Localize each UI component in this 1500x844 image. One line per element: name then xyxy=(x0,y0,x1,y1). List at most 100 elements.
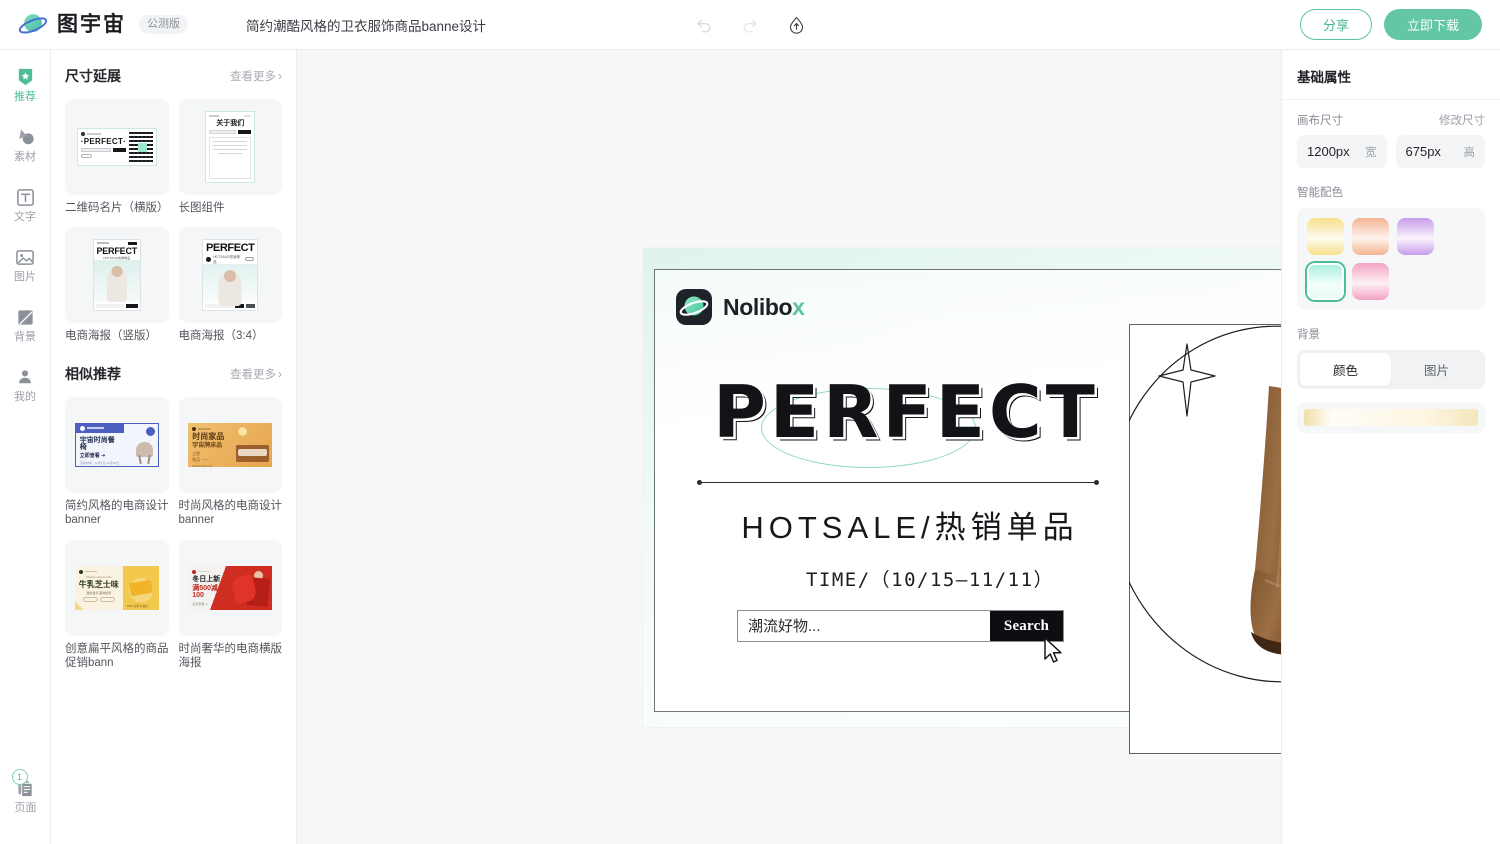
card-label: 创意扁平风格的商品促销bann xyxy=(65,642,169,669)
canvas-logo-text: Nolibox xyxy=(723,294,805,321)
background-preview-wrap[interactable] xyxy=(1297,402,1485,433)
design-canvas[interactable]: Nolibox PERFECT HOTSALE/热销单品 TIME/（10/15… xyxy=(643,248,1281,754)
sidebar-item-text[interactable]: 文字 xyxy=(0,186,51,223)
download-button[interactable]: 立即下载 xyxy=(1383,9,1482,40)
sidebar-item-background[interactable]: 背景 xyxy=(0,306,51,343)
section-more-link[interactable]: 查看更多 › xyxy=(230,366,282,382)
undo-icon[interactable] xyxy=(692,13,716,37)
sidebar-label-image: 图片 xyxy=(14,271,36,283)
card-label: 电商海报（竖版） xyxy=(65,330,157,343)
editor-stage[interactable]: Nolibox PERFECT HOTSALE/热销单品 TIME/（10/15… xyxy=(297,50,1281,844)
headline-wrap[interactable]: PERFECT xyxy=(681,370,1131,454)
chevron-right-icon: › xyxy=(278,69,282,83)
canvas-search-bar[interactable]: Search xyxy=(737,610,1064,642)
palette-swatch-purple[interactable] xyxy=(1397,218,1434,255)
product-region[interactable] xyxy=(1129,324,1281,754)
left-rail: 推荐 素材 文字 图片 背景 我的 1 页面 xyxy=(0,50,51,844)
search-button[interactable]: Search xyxy=(989,611,1063,641)
sidebar-item-recommend[interactable]: 推荐 xyxy=(0,66,51,103)
template-card-long-image[interactable]: 关于我们 长图组件 xyxy=(178,99,282,215)
mini-bed-banner: 时尚家品 宇宙牌床品 立即 购买 ⟶ 2022.10.25-11.11 xyxy=(188,422,273,467)
mini-redcoat-banner: 冬日上新 满500减100 点击查看 ➜ xyxy=(188,565,273,610)
palette-swatch-orange[interactable] xyxy=(1352,218,1389,255)
template-card-cheese-banner[interactable]: Delicious cheese cake 牛乳芝士味 甜蜜滋养 美味加倍 10… xyxy=(65,539,169,671)
template-card-ecom-poster-vertical[interactable]: PERFECT HOTSALE/热销单品 电商海报（竖版） xyxy=(65,227,169,343)
tab-background-image[interactable]: 图片 xyxy=(1391,353,1482,386)
chevron-right-icon: › xyxy=(278,366,282,381)
similar-grid: 宇宙时尚餐椅 立即查看 ➜ 活动时间：11月1日-11月30日 简约风格的电商设… xyxy=(65,396,282,671)
height-field[interactable]: 675px 高 xyxy=(1395,135,1485,168)
section-more-link[interactable]: 查看更多 › xyxy=(230,68,282,84)
sidebar-label-text: 文字 xyxy=(14,211,36,223)
tab-background-color[interactable]: 颜色 xyxy=(1300,353,1391,386)
mini-qr-card: ·PERFECT· xyxy=(76,128,157,166)
width-field[interactable]: 1200px 宽 xyxy=(1297,135,1387,168)
properties-body: 画布尺寸 修改尺寸 1200px 宽 675px 高 智能配色 背景 颜色 图片 xyxy=(1282,100,1500,445)
template-card-ecom-poster-34[interactable]: PERFECT HOTSALE/热销单品 电商海报（3:4） xyxy=(178,227,282,343)
divider-line xyxy=(697,480,1099,485)
modify-size-label[interactable]: 修改尺寸 xyxy=(1439,112,1485,128)
card-thumbnail: PERFECT HOTSALE/热销单品 xyxy=(178,227,282,324)
mini-chair-banner: 宇宙时尚餐椅 立即查看 ➜ 活动时间：11月1日-11月30日 xyxy=(74,422,159,467)
time-text[interactable]: TIME/（10/15—11/11） xyxy=(715,565,1145,592)
sidebar-label-mine: 我的 xyxy=(14,391,36,403)
card-thumbnail: Delicious cheese cake 牛乳芝士味 甜蜜滋养 美味加倍 10… xyxy=(65,539,169,636)
badge-star-icon xyxy=(14,66,36,88)
canvas-wrapper: Nolibox PERFECT HOTSALE/热销单品 TIME/（10/15… xyxy=(643,248,1281,754)
card-thumbnail: PERFECT HOTSALE/热销单品 xyxy=(65,227,169,324)
background-preview xyxy=(1304,409,1478,426)
template-card-chair-banner[interactable]: 宇宙时尚餐椅 立即查看 ➜ 活动时间：11月1日-11月30日 简约风格的电商设… xyxy=(65,396,169,528)
brand[interactable]: 图宇宙 公测版 xyxy=(0,10,188,40)
section-more-label: 查看更多 xyxy=(230,71,276,83)
redo-icon[interactable] xyxy=(738,13,762,37)
user-icon xyxy=(14,366,36,388)
section-header-size-extension: 尺寸延展 查看更多 › xyxy=(65,66,282,86)
width-value: 1200px xyxy=(1307,144,1350,159)
background-icon xyxy=(14,306,36,328)
card-thumbnail: ·PERFECT· xyxy=(65,99,169,195)
document-title[interactable]: 简约潮酷风格的卫衣服饰商品banne设计 xyxy=(246,15,486,35)
pages-icon: 1 xyxy=(11,769,37,799)
section-title: 尺寸延展 xyxy=(65,68,121,84)
card-thumbnail: 关于我们 xyxy=(178,99,282,195)
pages-count-badge: 1 xyxy=(11,769,28,785)
properties-title: 基础属性 xyxy=(1282,50,1500,100)
product-image-boots xyxy=(1250,386,1281,655)
headline-text: PERFECT xyxy=(713,370,1099,454)
planet-logo-icon xyxy=(18,10,48,40)
app-root: 图宇宙 公测版 简约潮酷风格的卫衣服饰商品banne设计 分享 立即下载 推荐 … xyxy=(0,0,1500,844)
template-card-redcoat-banner[interactable]: 冬日上新 满500减100 点击查看 ➜ 时尚奢华的电商横版海报 xyxy=(178,539,282,671)
sidebar-item-pages[interactable]: 1 页面 xyxy=(0,769,51,814)
logo-text-main: Nolibox xyxy=(723,293,805,320)
upload-icon[interactable] xyxy=(784,13,808,37)
canvas-logo[interactable]: Nolibox xyxy=(676,289,805,325)
sidebar-label-material: 素材 xyxy=(14,151,36,163)
width-unit: 宽 xyxy=(1365,146,1377,159)
card-thumbnail: 冬日上新 满500减100 点击查看 ➜ xyxy=(178,539,282,636)
background-tabs: 颜色 图片 xyxy=(1297,350,1485,389)
background-label: 背景 xyxy=(1297,329,1320,341)
app-header: 图宇宙 公测版 简约潮酷风格的卫衣服饰商品banne设计 分享 立即下载 xyxy=(0,0,1500,50)
template-card-qr-business-card[interactable]: ·PERFECT· 二维码名片（横版） xyxy=(65,99,169,215)
height-value: 675px xyxy=(1405,144,1441,159)
sidebar-item-material[interactable]: 素材 xyxy=(0,126,51,163)
sidebar-label-pages: 页面 xyxy=(14,802,37,814)
mini-cheese-banner: Delicious cheese cake 牛乳芝士味 甜蜜滋养 美味加倍 10… xyxy=(74,565,159,610)
sidebar-item-mine[interactable]: 我的 xyxy=(0,366,51,403)
subheadline-text[interactable]: HOTSALE/热销单品 xyxy=(695,502,1125,547)
share-button[interactable]: 分享 xyxy=(1299,9,1372,40)
size-inputs-row: 1200px 宽 675px 高 xyxy=(1297,135,1485,168)
size-extension-grid: ·PERFECT· 二维码名片（横版） 关于我们 长图组件 PERFECT HO… xyxy=(65,99,282,344)
palette-swatch-mint[interactable] xyxy=(1307,263,1344,300)
palette-swatch-yellow[interactable] xyxy=(1307,218,1344,255)
app-body: 推荐 素材 文字 图片 背景 我的 1 页面 尺寸延展 查看更多 › ·PERF… xyxy=(0,50,1500,844)
template-card-bed-banner[interactable]: 时尚家品 宇宙牌床品 立即 购买 ⟶ 2022.10.25-11.11 时尚风格… xyxy=(178,396,282,528)
card-label: 简约风格的电商设计banner xyxy=(65,499,169,527)
header-tools xyxy=(692,13,808,37)
height-unit: 高 xyxy=(1463,146,1476,159)
palette-swatch-pink[interactable] xyxy=(1352,263,1389,300)
mini-poster-34: PERFECT HOTSALE/热销单品 xyxy=(202,239,259,312)
templates-panel: 尺寸延展 查看更多 › ·PERFECT· 二维码名片（横版） 关于我们 长图组… xyxy=(51,50,297,844)
search-input[interactable] xyxy=(738,611,990,641)
sidebar-item-image[interactable]: 图片 xyxy=(0,246,51,283)
